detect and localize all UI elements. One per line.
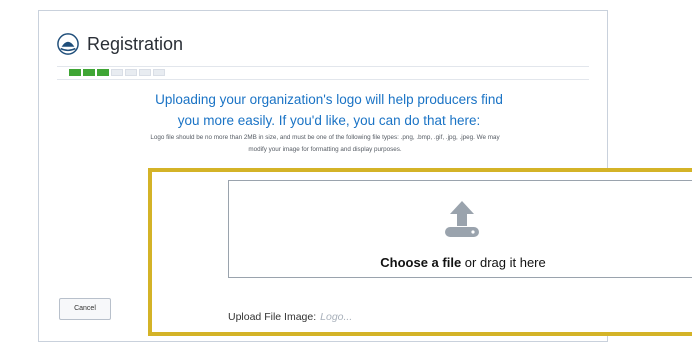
progress-step <box>125 69 137 76</box>
progress-step <box>83 69 95 76</box>
progress-step <box>97 69 109 76</box>
upload-file-label: Upload File Image: <box>228 311 317 323</box>
progress-steps <box>69 69 165 76</box>
progress-step <box>153 69 165 76</box>
page-title: Registration <box>87 33 184 54</box>
page-header: Registration <box>57 33 183 55</box>
org-dome-icon <box>57 33 79 55</box>
drag-hint: or drag it here <box>461 255 546 270</box>
intro-line-1: Uploading your organization's logo will … <box>155 92 503 107</box>
progress-step <box>139 69 151 76</box>
progress-step <box>69 69 81 76</box>
upload-highlight-frame: Choose a file or drag it here Upload Fil… <box>148 168 692 336</box>
progress-step <box>111 69 123 76</box>
upload-file-field: Upload File Image: Logo... <box>228 311 352 323</box>
intro-line-2: you more easily. If you'd like, you can … <box>177 113 481 128</box>
file-requirements-text: Logo file should be no more than 2MB in … <box>150 134 500 153</box>
upload-icon <box>445 201 479 237</box>
progress-track <box>57 66 589 80</box>
cancel-button[interactable]: Cancel <box>59 298 111 320</box>
intro-text: Uploading your organization's logo will … <box>129 89 529 131</box>
choose-file-link[interactable]: Choose a file <box>380 255 461 270</box>
screenshot-stage: Registration Uploading your organization… <box>0 0 692 345</box>
upload-file-placeholder: Logo... <box>320 311 353 323</box>
dropzone-text: Choose a file or drag it here <box>229 255 692 270</box>
file-dropzone[interactable]: Choose a file or drag it here <box>228 180 692 278</box>
